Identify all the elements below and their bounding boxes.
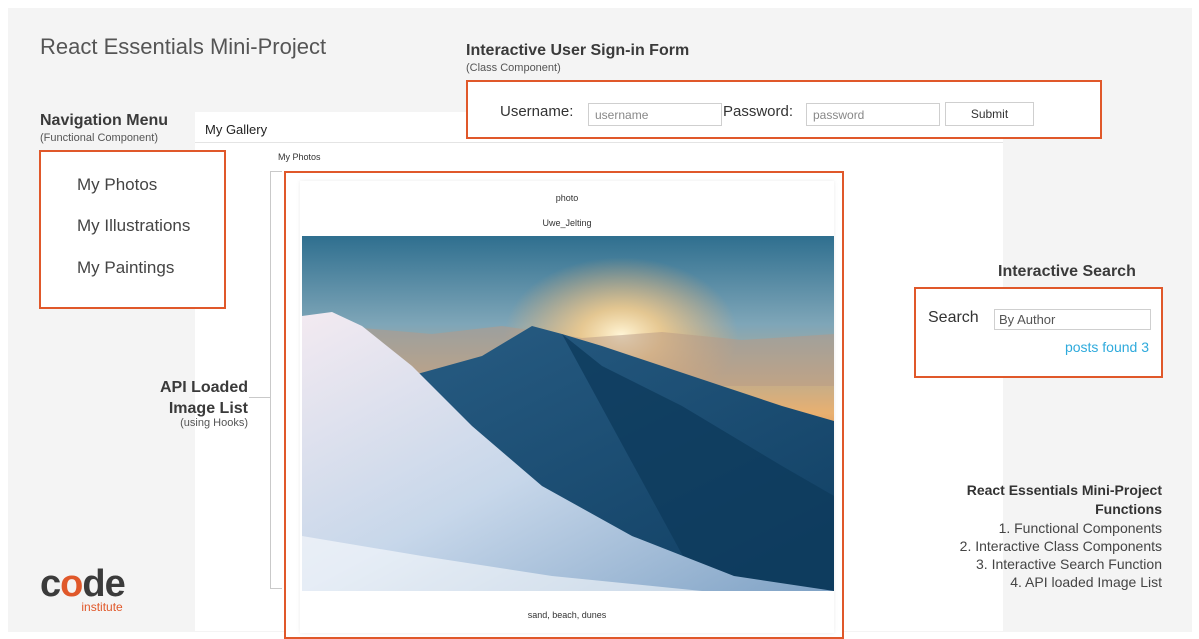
search-label: Search bbox=[928, 309, 979, 326]
search-input[interactable] bbox=[994, 309, 1151, 330]
functions-item: 2. Interactive Class Components bbox=[959, 538, 1162, 554]
signin-form: Username: Password: Submit bbox=[466, 80, 1102, 139]
nav-item-my-photos[interactable]: My Photos bbox=[77, 175, 157, 195]
image-card[interactable]: photo Uwe_Jelting sand, beach, dunes bbox=[300, 181, 834, 633]
image-card-type: photo bbox=[555, 193, 579, 203]
app-header-divider bbox=[195, 142, 1003, 143]
username-input[interactable] bbox=[588, 103, 722, 126]
nav-item-my-illustrations[interactable]: My Illustrations bbox=[77, 216, 190, 236]
submit-button[interactable]: Submit bbox=[945, 102, 1034, 126]
nav-annotation-title: Navigation Menu bbox=[40, 112, 169, 129]
mountain-sunset-photo bbox=[302, 236, 834, 591]
form-annotation-title: Interactive User Sign-in Form bbox=[466, 42, 690, 59]
slide-title: React Essentials Mini-Project bbox=[40, 34, 327, 59]
functions-item: 1. Functional Components bbox=[998, 520, 1162, 536]
section-label: My Photos bbox=[278, 152, 321, 162]
password-label: Password: bbox=[723, 103, 794, 120]
functions-item: 4. API loaded Image List bbox=[1010, 574, 1162, 590]
image-card-tags: sand, beach, dunes bbox=[527, 610, 607, 620]
api-annotation-subtitle: (using Hooks) bbox=[180, 417, 248, 429]
password-input[interactable] bbox=[806, 103, 940, 126]
navigation-menu: My Photos My Illustrations My Paintings bbox=[39, 150, 226, 309]
nav-annotation-subtitle: (Functional Component) bbox=[40, 132, 159, 144]
image-list: photo Uwe_Jelting sand, beach, dunes bbox=[284, 171, 844, 639]
search-panel: Search posts found 3 bbox=[914, 287, 1163, 378]
image-list-connector bbox=[249, 397, 271, 398]
code-institute-logo: code institute bbox=[40, 563, 126, 614]
image-card-author: Uwe_Jelting bbox=[542, 218, 592, 228]
functions-list: React Essentials Mini-Project Functions … bbox=[922, 481, 1162, 591]
username-label: Username: bbox=[500, 103, 574, 120]
functions-title: React Essentials Mini-Project Functions bbox=[966, 482, 1162, 517]
app-title: My Gallery bbox=[205, 122, 268, 137]
api-annotation-title: API Loaded Image List bbox=[159, 379, 248, 417]
search-annotation-title: Interactive Search bbox=[998, 263, 1136, 280]
functions-item: 3. Interactive Search Function bbox=[976, 556, 1162, 572]
image-list-bracket bbox=[270, 171, 282, 589]
nav-item-my-paintings[interactable]: My Paintings bbox=[77, 258, 174, 278]
form-annotation-subtitle: (Class Component) bbox=[466, 62, 561, 74]
search-result-count: posts found 3 bbox=[1064, 339, 1149, 355]
